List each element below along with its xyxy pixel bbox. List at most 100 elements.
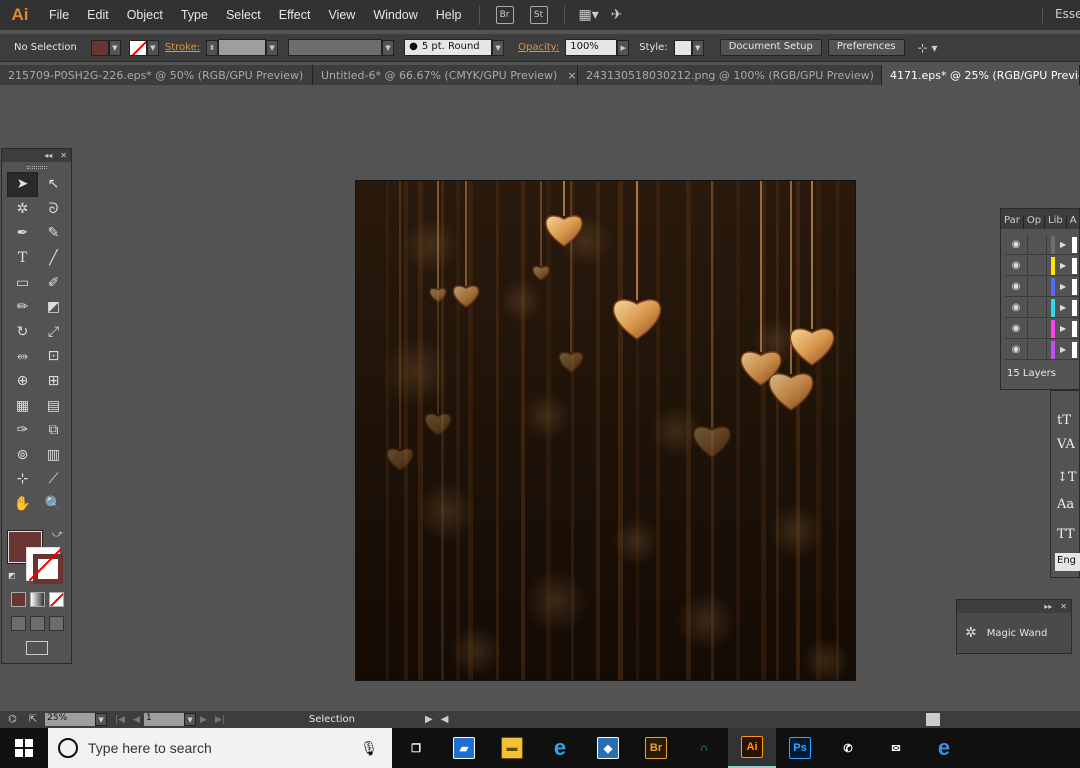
first-artboard-icon[interactable]: |◀	[115, 715, 125, 725]
language-field[interactable]: Eng	[1055, 553, 1080, 571]
status-menu-icon[interactable]: ▶	[425, 714, 433, 725]
selection-icon[interactable]: ➤	[7, 172, 38, 197]
pen-icon[interactable]: ✒	[7, 221, 38, 246]
stroke-swatch[interactable]	[128, 39, 147, 56]
previous-artboard-icon[interactable]: ◀	[133, 715, 140, 725]
blend-icon[interactable]: ⧉	[38, 418, 69, 443]
screen-mode-icon[interactable]	[26, 641, 48, 655]
collapse-icon[interactable]: ▸▸	[1044, 602, 1052, 611]
taskbar-app-button[interactable]: ✉	[872, 728, 920, 768]
free-transform-icon[interactable]: ⊡	[38, 344, 69, 369]
rotate-icon[interactable]: ↻	[7, 320, 38, 345]
stroke-weight-dropdown[interactable]: ▼	[266, 39, 279, 56]
artboard-icon[interactable]: ⊹	[7, 467, 38, 492]
stroke-weight-field[interactable]	[218, 39, 267, 56]
artboard-number-field[interactable]: 1	[144, 713, 185, 726]
tab-libraries[interactable]: Lib	[1045, 215, 1067, 229]
menu-window[interactable]: Window	[364, 8, 426, 22]
visibility-eye-icon[interactable]: ◉	[1005, 260, 1027, 271]
default-colors-icon[interactable]: ◩	[8, 571, 16, 580]
taskbar-search-box[interactable]: Type here to search 🎙	[48, 728, 392, 768]
document-tab[interactable]: 243130518030212.png @ 100% (RGB/GPU Prev…	[578, 65, 893, 85]
tab-appearance[interactable]: A	[1067, 215, 1080, 229]
tab-close-icon[interactable]: ×	[567, 69, 576, 82]
gradient-icon[interactable]: ▤	[38, 393, 69, 418]
menu-type[interactable]: Type	[172, 8, 217, 22]
vertical-scale-icon[interactable]: ↕T	[1057, 470, 1077, 485]
workspace-switcher[interactable]: Essentials	[1042, 7, 1080, 23]
zoom-icon[interactable]: 🔍	[38, 492, 69, 517]
stroke-weight-stepper[interactable]: ⬍	[206, 39, 219, 56]
close-icon[interactable]: ✕	[60, 151, 67, 160]
fill-dropdown[interactable]: ▼	[108, 39, 121, 56]
none-mode-icon[interactable]	[49, 592, 64, 607]
layer-row[interactable]: ◉ ▶	[1005, 255, 1080, 276]
lasso-icon[interactable]: ᘐ	[38, 197, 69, 222]
taskbar-app-button[interactable]: ◆	[584, 728, 632, 768]
menu-object[interactable]: Object	[118, 8, 172, 22]
brush-definition-field[interactable]: ● 5 pt. Round	[404, 39, 493, 56]
visibility-eye-icon[interactable]: ◉	[1005, 344, 1027, 355]
taskbar-app-button[interactable]: ▬	[488, 728, 536, 768]
document-tab[interactable]: 215709-P0SH2G-226.eps* @ 50% (RGB/GPU Pr…	[0, 65, 323, 85]
microphone-icon[interactable]: 🎙	[360, 740, 378, 757]
rectangle-icon[interactable]: ▭	[7, 270, 38, 295]
direct-selection-icon[interactable]: ↖	[38, 172, 69, 197]
taskbar-app-button[interactable]: ▰	[440, 728, 488, 768]
expand-triangle-icon[interactable]: ▶	[1060, 282, 1066, 291]
layer-row[interactable]: ◉ ▶	[1005, 297, 1080, 318]
expand-triangle-icon[interactable]: ▶	[1060, 261, 1066, 270]
expand-triangle-icon[interactable]: ▶	[1060, 303, 1066, 312]
expand-triangle-icon[interactable]: ▶	[1060, 324, 1066, 333]
last-artboard-icon[interactable]: ▶|	[215, 715, 225, 725]
menu-effect[interactable]: Effect	[270, 8, 320, 22]
stroke-dropdown[interactable]: ▼	[146, 39, 159, 56]
draw-behind-icon[interactable]	[30, 616, 45, 631]
layer-row[interactable]: ◉ ▶	[1005, 339, 1080, 360]
taskbar-app-button[interactable]: ✆	[824, 728, 872, 768]
variable-width-field[interactable]	[288, 39, 383, 56]
stroke-color-box[interactable]	[26, 547, 63, 584]
tab-paragraph[interactable]: Par	[1001, 215, 1024, 229]
column-graph-icon[interactable]: ▥	[38, 443, 69, 468]
menu-edit[interactable]: Edit	[78, 8, 118, 22]
style-swatch[interactable]	[673, 39, 692, 56]
menu-view[interactable]: View	[319, 8, 364, 22]
variable-width-dropdown[interactable]: ▼	[382, 39, 395, 56]
visibility-eye-icon[interactable]: ◉	[1005, 281, 1027, 292]
start-button[interactable]	[0, 728, 48, 768]
width-icon[interactable]: ⥈	[7, 344, 38, 369]
visibility-eye-icon[interactable]: ◉	[1005, 323, 1027, 334]
type-icon[interactable]: T	[7, 246, 38, 271]
color-mode-icon[interactable]	[11, 592, 26, 607]
taskbar-app-button[interactable]: e	[536, 728, 584, 768]
stock-button[interactable]: St	[529, 6, 548, 24]
style-dropdown[interactable]: ▼	[691, 39, 704, 56]
layer-row[interactable]: ◉ ▶	[1005, 276, 1080, 297]
zoom-dropdown[interactable]: ▼	[95, 713, 108, 726]
kerning-icon[interactable]: VA	[1057, 437, 1075, 452]
artboard-dropdown[interactable]: ▼	[184, 713, 197, 726]
slice-icon[interactable]: ⟋	[38, 467, 69, 492]
eyedropper-icon[interactable]: ✑	[7, 418, 38, 443]
menu-help[interactable]: Help	[427, 8, 471, 22]
draw-inside-icon[interactable]	[49, 616, 64, 631]
gpu-icon[interactable]: ⌬	[8, 714, 17, 725]
lock-toggle[interactable]	[1027, 297, 1047, 318]
opacity-dropdown[interactable]: ▶	[617, 39, 630, 56]
curvature-icon[interactable]: ✎	[38, 221, 69, 246]
expand-triangle-icon[interactable]: ▶	[1060, 240, 1066, 249]
magic-wand-icon[interactable]: ✲	[7, 197, 38, 222]
scale-icon[interactable]: ⤢	[38, 320, 69, 345]
lock-toggle[interactable]	[1027, 234, 1047, 255]
collapse-icon[interactable]: ◂◂	[44, 151, 52, 160]
document-setup-button[interactable]: Document Setup	[719, 39, 822, 56]
taskbar-app-button[interactable]: ∩	[680, 728, 728, 768]
symbol-sprayer-icon[interactable]: ⊚	[7, 443, 38, 468]
scroll-left-icon[interactable]: ◀	[441, 714, 449, 725]
baseline-shift-icon[interactable]: Aa	[1057, 497, 1074, 512]
taskbar-app-button[interactable]: e	[920, 728, 968, 768]
shape-builder-icon[interactable]: ⊕	[7, 369, 38, 394]
document-tab[interactable]: Untitled-6* @ 66.67% (CMYK/GPU Preview) …	[313, 65, 578, 85]
visibility-eye-icon[interactable]: ◉	[1005, 239, 1027, 250]
